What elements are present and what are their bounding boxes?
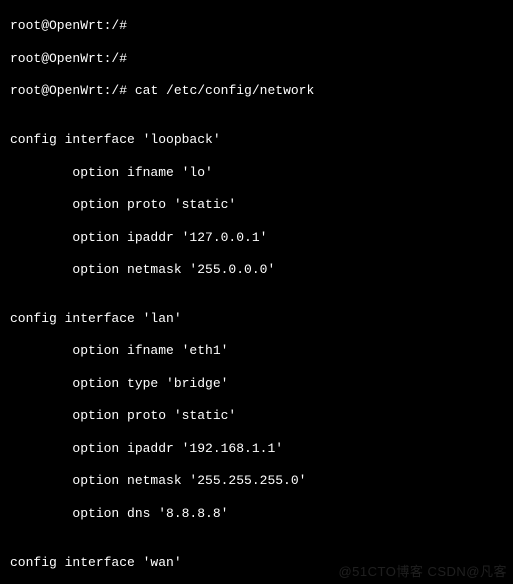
shell-prompt: root@OpenWrt:/#	[10, 83, 127, 98]
config-line: option type 'bridge'	[10, 376, 509, 392]
config-line: option proto 'static'	[10, 408, 509, 424]
config-line: option netmask '255.0.0.0'	[10, 262, 509, 278]
shell-prompt: root@OpenWrt:/#	[10, 18, 127, 33]
terminal-window[interactable]: root@OpenWrt:/# root@OpenWrt:/# root@Ope…	[0, 0, 513, 584]
prompt-line-cmd: root@OpenWrt:/# cat /etc/config/network	[10, 83, 509, 99]
prompt-line-0: root@OpenWrt:/#	[10, 18, 509, 34]
config-line: option ifname 'lo'	[10, 165, 509, 181]
prompt-line-1: root@OpenWrt:/#	[10, 51, 509, 67]
watermark-text: @51CTO博客 CSDN@凡客	[338, 564, 507, 580]
config-line: option ipaddr '127.0.0.1'	[10, 230, 509, 246]
config-line: config interface 'loopback'	[10, 132, 509, 148]
config-line: option netmask '255.255.255.0'	[10, 473, 509, 489]
entered-command: cat /etc/config/network	[135, 83, 314, 98]
config-line: option proto 'static'	[10, 197, 509, 213]
config-line: option ipaddr '192.168.1.1'	[10, 441, 509, 457]
config-line: option ifname 'eth1'	[10, 343, 509, 359]
config-line: config interface 'lan'	[10, 311, 509, 327]
config-line: option dns '8.8.8.8'	[10, 506, 509, 522]
shell-prompt: root@OpenWrt:/#	[10, 51, 127, 66]
blank-line	[10, 116, 18, 131]
